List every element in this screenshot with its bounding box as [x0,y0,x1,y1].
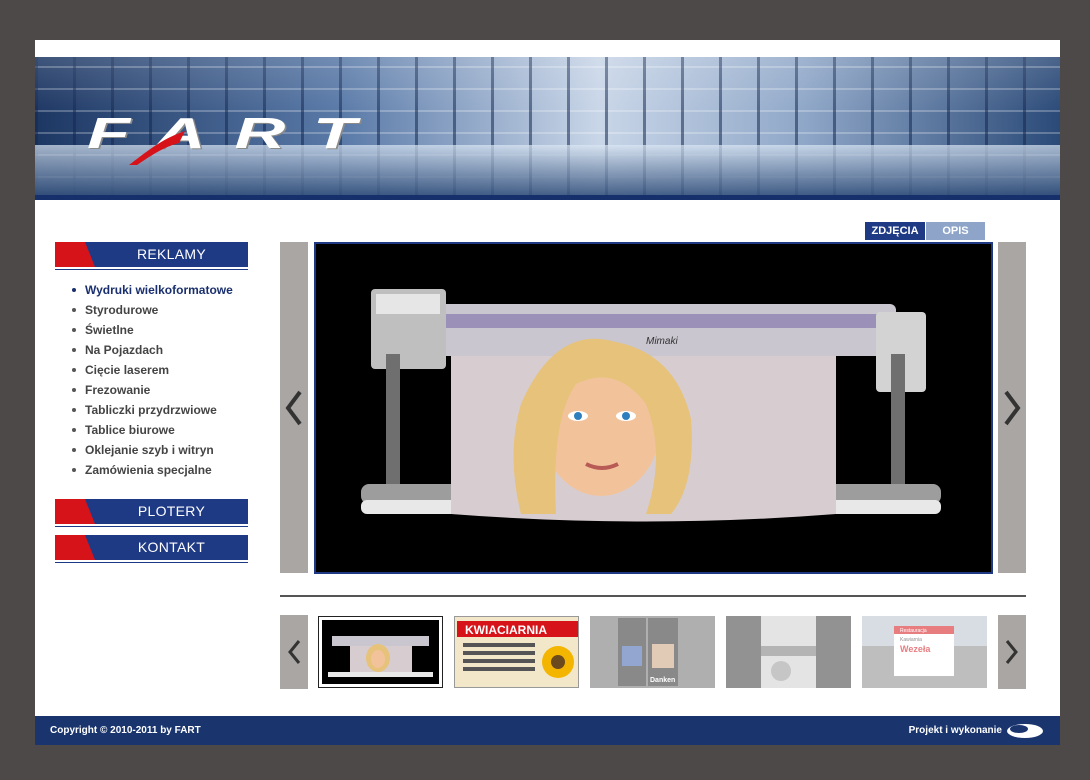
menu-header-label: KONTAKT [137,539,206,555]
thumbnail-restaurant-sign-image: Restauracja Kawiarnia Wezeła [862,616,987,688]
submenu-item-ciecie-laserem[interactable]: Cięcie laserem [67,360,233,380]
author-logo-icon[interactable] [1006,723,1044,739]
submenu-item-swietlne[interactable]: Świetlne [67,320,233,340]
prev-image-button[interactable] [280,242,308,573]
fart-logo[interactable]: FART [87,109,372,165]
credit-link[interactable]: Projekt i wykonanie [909,716,1002,745]
kwiaciarnia-sign-text: KWIACIARNIA [465,623,547,637]
logo-swoosh-icon [129,131,185,165]
menu-header-label: PLOTERY [137,503,206,519]
submenu-item-tablice-biurowe[interactable]: Tablice biurowe [67,420,233,440]
next-thumbnails-button[interactable] [998,615,1026,689]
reklamy-submenu: Wydruki wielkoformatowe Styrodurowe Świe… [67,280,233,480]
copyright-text: Copyright © 2010-2011 by FART [50,725,201,736]
thumbnail-banners-image: Danken [590,616,715,688]
header-banner: FART [35,57,1060,200]
submenu-item-styrodurowe[interactable]: Styrodurowe [67,300,233,320]
thumbnail-printer-closeup[interactable] [726,616,851,688]
printer-photo: Mimaki [361,289,941,522]
thumbnail-printer-image [322,620,439,684]
submenu-item-zamowienia[interactable]: Zamówienia specjalne [67,460,233,480]
chevron-right-icon [1005,640,1018,664]
thumbnail-restaurant-sign[interactable]: Restauracja Kawiarnia Wezeła [862,616,987,688]
sign-line1: Restauracja [900,628,927,634]
thumbnail-kwiaciarnia[interactable]: KWIACIARNIA [454,616,579,688]
printer-brand-label: Mimaki [646,336,678,347]
menu-header-reklamy[interactable]: REKLAMY [55,242,248,270]
next-image-button[interactable] [998,242,1026,573]
prev-thumbnails-button[interactable] [280,615,308,689]
submenu-item-na-pojazdach[interactable]: Na Pojazdach [67,340,233,360]
sign-name: Wezeła [900,644,931,654]
tab-opis[interactable]: OPIS [926,222,985,240]
tab-zdjecia[interactable]: ZDJĘCIA [865,222,925,240]
footer: Copyright © 2010-2011 by FART Projekt i … [35,716,1060,745]
main-image-viewer[interactable]: Mimaki [314,242,993,574]
submenu-item-frezowanie[interactable]: Frezowanie [67,380,233,400]
thumbnail-kwiaciarnia-image: KWIACIARNIA [455,617,578,687]
thumbnail-printer[interactable] [318,616,443,688]
chevron-left-icon [285,390,302,425]
submenu-item-oklejanie[interactable]: Oklejanie szyb i witryn [67,440,233,460]
page-container: FART REKLAMY Wydruki wielkoformatowe Sty… [35,40,1060,745]
thumbnail-divider [280,595,1026,597]
chevron-right-icon [1004,390,1021,425]
submenu-item-wydruki[interactable]: Wydruki wielkoformatowe [67,280,233,300]
menu-header-label: REKLAMY [136,246,206,262]
menu-header-kontakt[interactable]: KONTAKT [55,535,248,563]
submenu-item-tabliczki[interactable]: Tabliczki przydrzwiowe [67,400,233,420]
menu-header-plotery[interactable]: PLOTERY [55,499,248,527]
banner-text: Danken [650,677,675,684]
chevron-left-icon [288,640,301,664]
sign-line2: Kawiarnia [900,637,922,643]
thumbnail-printer-closeup-image [726,616,851,688]
thumbnail-banners[interactable]: Danken [590,616,715,688]
